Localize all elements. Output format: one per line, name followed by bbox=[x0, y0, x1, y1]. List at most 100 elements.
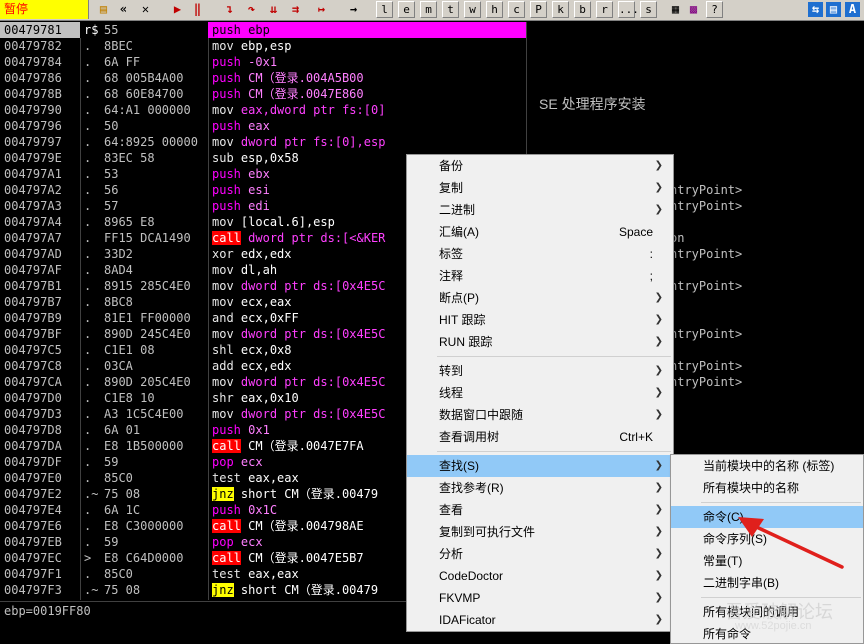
address-cell[interactable]: 004797F3 bbox=[0, 582, 80, 598]
hex-cell[interactable]: . 03CA bbox=[80, 358, 208, 374]
hex-cell[interactable]: . 33D2 bbox=[80, 246, 208, 262]
hex-cell[interactable]: . 68 60E84700 bbox=[80, 86, 208, 102]
toolbar-btn-h[interactable]: h bbox=[486, 1, 503, 18]
hex-cell[interactable]: . A3 1C5C4E00 bbox=[80, 406, 208, 422]
address-cell[interactable]: 004797A3 bbox=[0, 198, 80, 214]
open-file-icon[interactable]: ▤ bbox=[96, 2, 111, 17]
menu-item[interactable]: 线程 ❯ bbox=[407, 382, 673, 404]
step-into-icon[interactable]: ↴ bbox=[222, 2, 237, 17]
toolbar-btn-ellipsis[interactable]: ... bbox=[618, 1, 639, 18]
instruction-cell[interactable]: mov ebp,esp bbox=[208, 38, 526, 54]
address-cell[interactable]: 00479796 bbox=[0, 118, 80, 134]
address-cell[interactable]: 004797A1 bbox=[0, 166, 80, 182]
submenu-item[interactable]: 二进制字串(B) bbox=[671, 572, 863, 594]
hex-cell[interactable]: . 8BC8 bbox=[80, 294, 208, 310]
address-cell[interactable]: 004797B9 bbox=[0, 310, 80, 326]
address-cell[interactable]: 004797AF bbox=[0, 262, 80, 278]
hex-cell[interactable]: .~ 75 08 bbox=[80, 582, 208, 598]
comment-cell[interactable]: SE 处理程序安装 bbox=[527, 86, 864, 112]
hex-cell[interactable]: . 6A 01 bbox=[80, 422, 208, 438]
toolbar-btn-k[interactable]: k bbox=[552, 1, 569, 18]
address-cell[interactable]: 004797EC bbox=[0, 550, 80, 566]
menu-item[interactable]: CodeDoctor ❯ bbox=[407, 565, 673, 587]
windows-icon[interactable]: ▤ bbox=[826, 2, 841, 17]
comment-cell[interactable] bbox=[527, 22, 864, 38]
menu-item[interactable]: 分析 ❯ bbox=[407, 543, 673, 565]
hex-cell[interactable]: . 83EC 58 bbox=[80, 150, 208, 166]
address-cell[interactable]: 00479786 bbox=[0, 70, 80, 86]
hex-cell[interactable]: . 8BEC bbox=[80, 38, 208, 54]
address-cell[interactable]: 004797C5 bbox=[0, 342, 80, 358]
step-over-icon[interactable]: ↷ bbox=[244, 2, 259, 17]
instruction-cell[interactable]: push -0x1 bbox=[208, 54, 526, 70]
menu-item[interactable]: 复制 ❯ bbox=[407, 177, 673, 199]
hex-cell[interactable]: . 64:8925 00000 bbox=[80, 134, 208, 150]
comment-cell[interactable] bbox=[527, 38, 864, 54]
address-cell[interactable]: 0047979E bbox=[0, 150, 80, 166]
hex-cell[interactable]: . 81E1 FF00000 bbox=[80, 310, 208, 326]
address-cell[interactable]: 00479782 bbox=[0, 38, 80, 54]
toolbar-btn-p[interactable]: P bbox=[530, 1, 547, 18]
hex-cell[interactable]: .~ 75 08 bbox=[80, 486, 208, 502]
menu-item[interactable]: 查看 ❯ bbox=[407, 499, 673, 521]
submenu-item[interactable]: 当前模块中的名称 (标签) bbox=[671, 455, 863, 477]
refresh-icon[interactable]: ⇆ bbox=[808, 2, 823, 17]
hex-cell[interactable]: . 59 bbox=[80, 534, 208, 550]
address-cell[interactable]: 004797DF bbox=[0, 454, 80, 470]
toolbar-btn-r[interactable]: r bbox=[596, 1, 613, 18]
hex-cell[interactable]: . 57 bbox=[80, 198, 208, 214]
address-cell[interactable]: 004797D3 bbox=[0, 406, 80, 422]
address-cell[interactable]: 00479790 bbox=[0, 102, 80, 118]
toolbar-btn-w[interactable]: w bbox=[464, 1, 481, 18]
menu-item[interactable]: 断点(P) ❯ bbox=[407, 287, 673, 309]
toolbar-btn-t[interactable]: t bbox=[442, 1, 459, 18]
hex-cell[interactable]: . 68 005B4A00 bbox=[80, 70, 208, 86]
toolbar-btn-l[interactable]: l bbox=[376, 1, 393, 18]
address-cell[interactable]: 004797E6 bbox=[0, 518, 80, 534]
help-button[interactable]: ? bbox=[706, 1, 723, 18]
hex-cell[interactable]: . 56 bbox=[80, 182, 208, 198]
menu-item[interactable]: 汇编(A) Space bbox=[407, 221, 673, 243]
hex-cell[interactable]: . 85C0 bbox=[80, 566, 208, 582]
hex-cell[interactable]: . E8 C3000000 bbox=[80, 518, 208, 534]
hex-cell[interactable]: . C1E8 10 bbox=[80, 390, 208, 406]
address-cell[interactable]: 004797DA bbox=[0, 438, 80, 454]
address-cell[interactable]: 00479797 bbox=[0, 134, 80, 150]
run-icon[interactable]: ▶ bbox=[170, 2, 185, 17]
hex-cell[interactable]: . 6A FF bbox=[80, 54, 208, 70]
comment-cell[interactable] bbox=[527, 118, 864, 134]
toolbar-btn-m[interactable]: m bbox=[420, 1, 437, 18]
address-cell[interactable]: 004797B1 bbox=[0, 278, 80, 294]
menu-item[interactable]: 标签: bbox=[407, 243, 673, 265]
execute-till-return-icon[interactable]: ↦ bbox=[314, 2, 329, 17]
menu-item[interactable]: 数据窗口中跟随 ❯ bbox=[407, 404, 673, 426]
hex-cell[interactable]: . 53 bbox=[80, 166, 208, 182]
address-cell[interactable]: 004797E0 bbox=[0, 470, 80, 486]
instruction-cell[interactable]: push eax bbox=[208, 118, 526, 134]
menu-item[interactable]: 二进制 ❯ bbox=[407, 199, 673, 221]
menu-item[interactable]: 转到 ❯ bbox=[407, 360, 673, 382]
address-cell[interactable]: 004797E4 bbox=[0, 502, 80, 518]
menu-item[interactable]: IDAFicator ❯ bbox=[407, 609, 673, 631]
address-cell[interactable]: 004797D0 bbox=[0, 390, 80, 406]
menu-item[interactable]: 查找(S) ❯ bbox=[407, 455, 673, 477]
comment-cell[interactable] bbox=[527, 54, 864, 70]
address-cell[interactable]: 004797D8 bbox=[0, 422, 80, 438]
toolbar-btn-b[interactable]: b bbox=[574, 1, 591, 18]
address-cell[interactable]: 004797A2 bbox=[0, 182, 80, 198]
hex-column[interactable]: r$ 55. 8BEC. 6A FF. 68 005B4A00. 68 60E84700.… bbox=[80, 22, 208, 600]
hex-cell[interactable]: . 8915 285C4E0 bbox=[80, 278, 208, 294]
comment-cell[interactable] bbox=[527, 70, 864, 86]
hex-cell[interactable]: . C1E1 08 bbox=[80, 342, 208, 358]
options-grid-icon[interactable]: ▦ bbox=[668, 2, 683, 17]
appearance-icon[interactable]: ▩ bbox=[686, 2, 701, 17]
menu-item[interactable]: 备份 ❯ bbox=[407, 155, 673, 177]
menu-item[interactable]: HIT 跟踪 ❯ bbox=[407, 309, 673, 331]
goto-icon[interactable]: → bbox=[346, 2, 361, 17]
instruction-cell[interactable]: push ebp bbox=[208, 22, 526, 38]
hex-cell[interactable]: > E8 C64D0000 bbox=[80, 550, 208, 566]
address-cell[interactable]: 004797B7 bbox=[0, 294, 80, 310]
pause-icon[interactable]: ‖ bbox=[190, 2, 205, 17]
instruction-cell[interactable]: push CM（登录.004A5B00 bbox=[208, 70, 526, 86]
instruction-cell[interactable]: mov dword ptr fs:[0],esp bbox=[208, 134, 526, 150]
